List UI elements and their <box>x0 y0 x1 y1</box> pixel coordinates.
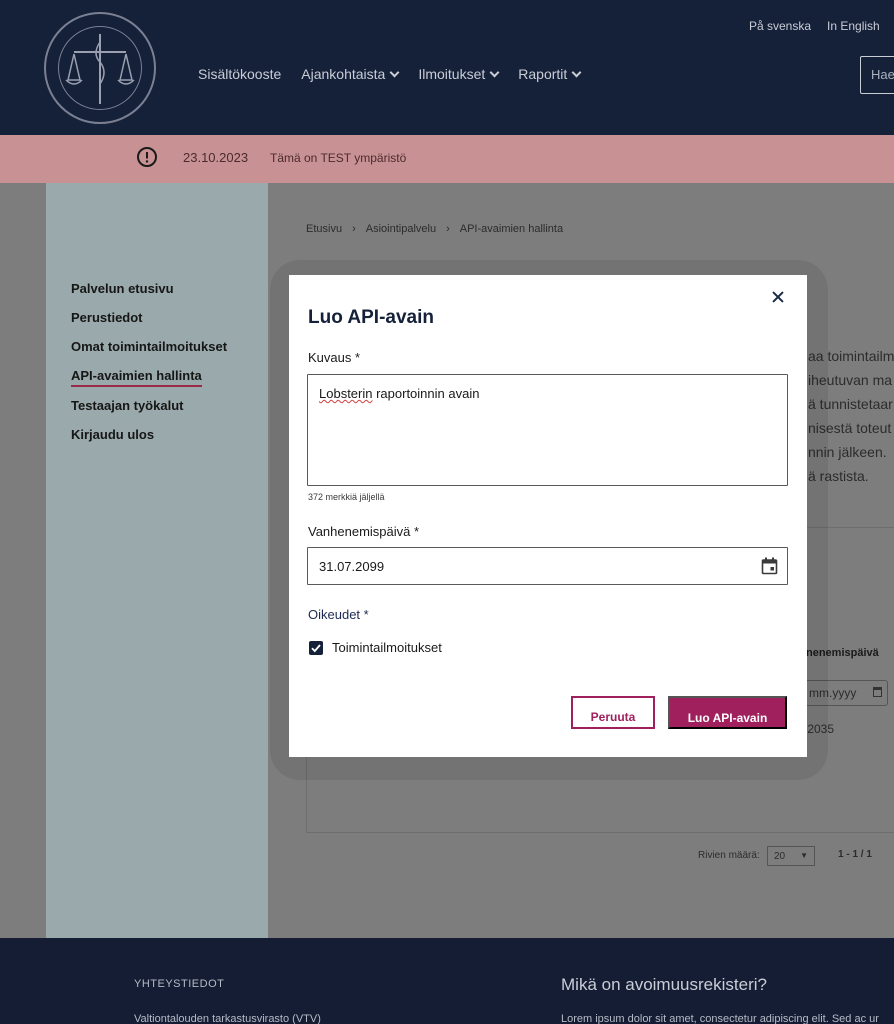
description-textarea[interactable]: Lobsterin raportoinnin avain <box>307 374 788 486</box>
footer-about-heading: Mikä on avoimuusrekisteri? <box>561 975 767 994</box>
nav-item-sisaltokooste[interactable]: Sisältökooste <box>198 66 281 82</box>
rights-option-label[interactable]: Toimintailmoitukset <box>332 640 442 655</box>
create-api-key-button[interactable]: Luo API-avain <box>668 696 787 729</box>
chevron-down-icon <box>389 67 400 77</box>
calendar-icon <box>873 687 882 697</box>
calendar-icon[interactable] <box>761 557 778 575</box>
breadcrumb-etusivu[interactable]: Etusivu <box>306 223 342 235</box>
vtv-logo-icon[interactable] <box>44 12 156 124</box>
footer-about-text: Lorem ipsum dolor sit amet, consectetur … <box>561 1013 879 1024</box>
chevron-right-icon: › <box>446 223 450 235</box>
language-swedish-link[interactable]: På svenska <box>749 19 811 33</box>
chevron-down-icon <box>571 67 582 77</box>
character-counter: 372 merkkiä jäljellä <box>308 492 385 502</box>
sidebar-item-palvelun-etusivu[interactable]: Palvelun etusivu <box>71 281 174 296</box>
rows-per-page-label: Rivien määrä: <box>698 850 760 861</box>
footer-contact-text: Valtiontalouden tarkastusvirasto (VTV) <box>134 1013 321 1024</box>
alert-circle-icon <box>137 147 157 167</box>
banner-text: Tämä on TEST ympäristö <box>270 151 407 165</box>
search-input[interactable]: Hae <box>860 56 894 94</box>
caret-down-icon: ▼ <box>800 851 808 860</box>
expiry-date-label: Vanhenemispäivä * <box>308 524 420 539</box>
chevron-down-icon <box>489 67 500 77</box>
chevron-right-icon: › <box>352 223 356 235</box>
rights-label: Oikeudet * <box>308 607 369 622</box>
footer-contact-heading: YHTEYSTIEDOT <box>134 978 225 990</box>
breadcrumb-current: API-avaimien hallinta <box>459 223 564 235</box>
sidebar-item-omat-toimintailmoitukset[interactable]: Omat toimintailmoitukset <box>71 339 227 354</box>
close-icon[interactable] <box>770 289 786 305</box>
cancel-button[interactable]: Peruuta <box>571 696 655 729</box>
nav-item-ajankohtaista[interactable]: Ajankohtaista <box>301 66 400 82</box>
breadcrumb-asiointipalvelu[interactable]: Asiointipalvelu <box>366 223 436 235</box>
expiry-date-input[interactable]: 31.07.2099 <box>307 547 788 585</box>
main-navigation: Sisältökooste Ajankohtaista Ilmoitukset … <box>198 66 582 82</box>
nav-item-ilmoitukset[interactable]: Ilmoitukset <box>418 66 500 82</box>
banner-date: 23.10.2023 <box>183 150 249 165</box>
checkmark-icon <box>311 644 321 653</box>
sidebar-item-testaajan-tyokalut[interactable]: Testaajan työkalut <box>71 398 183 413</box>
sidebar <box>46 183 268 938</box>
spellcheck-word: Lobsterin <box>319 386 373 401</box>
description-label: Kuvaus * <box>308 350 361 365</box>
dialog-title: Luo API-avain <box>308 307 434 328</box>
sidebar-item-perustiedot[interactable]: Perustiedot <box>71 310 143 325</box>
pagination-range: 1 - 1 / 1 <box>838 849 872 860</box>
environment-banner <box>0 135 894 183</box>
nav-item-raportit[interactable]: Raportit <box>518 66 582 82</box>
sidebar-item-kirjaudu-ulos[interactable]: Kirjaudu ulos <box>71 427 154 442</box>
language-english-link[interactable]: In English <box>827 19 880 33</box>
rows-per-page-select[interactable]: 20 ▼ <box>767 846 815 866</box>
create-api-key-dialog <box>289 275 807 757</box>
breadcrumb: Etusivu › Asiointipalvelu › API-avaimien… <box>306 223 563 235</box>
rights-checkbox[interactable] <box>309 641 323 655</box>
sidebar-item-api-avaimien-hallinta[interactable]: API-avaimien hallinta <box>71 368 202 387</box>
